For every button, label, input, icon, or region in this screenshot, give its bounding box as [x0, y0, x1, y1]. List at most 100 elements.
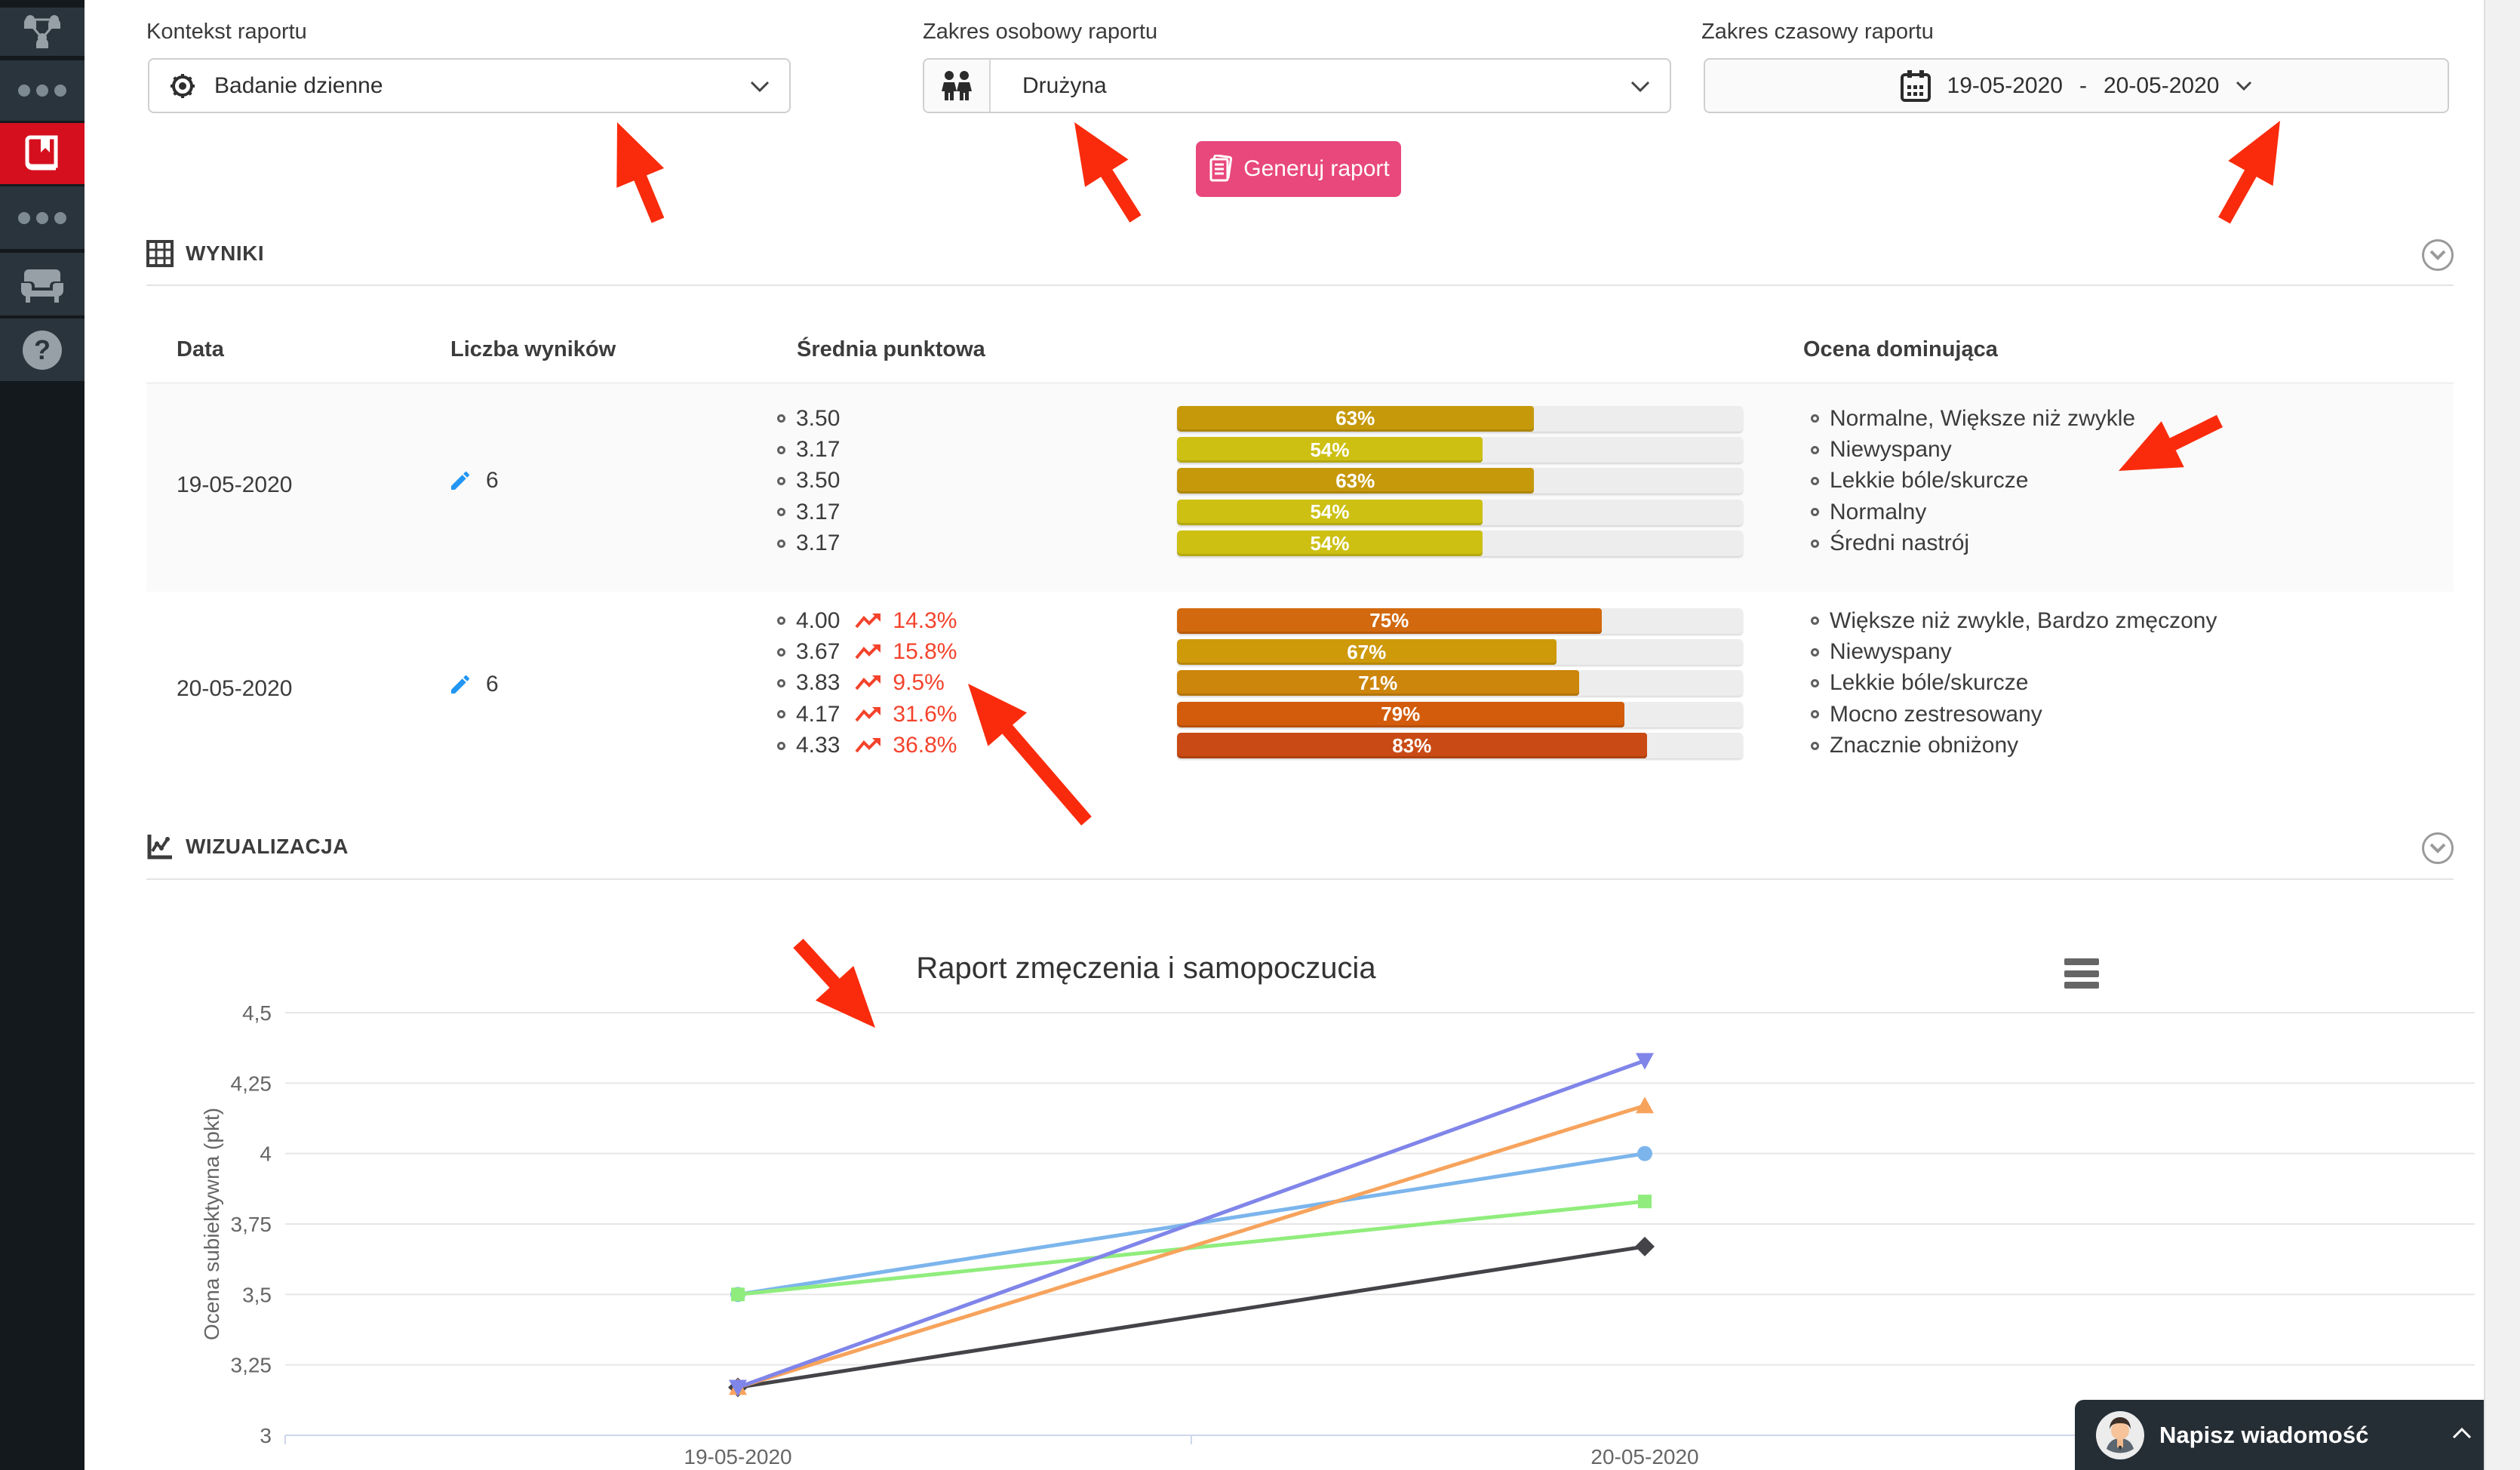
time-filter-label: Zakres czasowy raportu — [1701, 20, 1934, 45]
bar-list: 63% 54% 63% 54% 54% — [1177, 403, 1743, 559]
collapse-results-button[interactable] — [2422, 239, 2454, 271]
visualization-section-header: WIZUALIZACJA — [146, 833, 349, 860]
dominant-label: Normalne, Większe niż zwykle — [1830, 406, 2135, 432]
dominant-label: Lekkie bóle/skurcze — [1830, 670, 2028, 696]
dominant-item: Niewyspany — [1811, 434, 2135, 465]
gear-icon — [169, 72, 196, 100]
dominant-item: Niewyspany — [1811, 636, 2217, 667]
personal-dropdown-value: Drużyna — [1022, 73, 1107, 99]
dominant-item: Lekkie bóle/skurcze — [1811, 466, 2135, 497]
score-value: 4.00 — [796, 608, 840, 634]
personal-filter-label: Zakres osobowy raportu — [923, 20, 1157, 45]
dominant-item: Znacznie obniżony — [1811, 730, 2217, 761]
trend-up-icon — [855, 643, 882, 661]
results-section-title: WYNIKI — [186, 241, 264, 266]
progress-bar-track: 79% — [1177, 702, 1743, 727]
chart-menu-button[interactable] — [2064, 958, 2099, 989]
chevron-down-icon — [2236, 81, 2252, 91]
score-item: 3.50 — [777, 466, 840, 497]
edit-icon[interactable] — [448, 469, 472, 493]
svg-text:4,5: 4,5 — [242, 1001, 272, 1025]
annotation-arrow — [1074, 122, 1136, 219]
table-row: 19-05-2020 6 3.50 3.17 3.50 3.17 3.17 63… — [146, 383, 2454, 593]
bullet-icon — [1811, 414, 1819, 423]
progress-bar-fill: 71% — [1177, 670, 1579, 696]
progress-bar-fill: 54% — [1177, 500, 1483, 525]
chat-widget[interactable]: Napisz wiadomość — [2075, 1400, 2497, 1470]
chevron-up-icon — [2452, 1427, 2472, 1443]
score-value: 3.50 — [796, 468, 840, 494]
score-item: 3.17 — [777, 434, 840, 465]
bar-item: 54% — [1177, 434, 1743, 465]
progress-bar-track: 63% — [1177, 468, 1743, 494]
bullet-icon — [1811, 742, 1819, 750]
progress-bar-fill: 75% — [1177, 608, 1602, 634]
bullet-icon — [1811, 710, 1819, 718]
sidebar-item-more-top[interactable] — [0, 60, 85, 121]
scrollbar-track[interactable] — [2484, 0, 2520, 1470]
generate-report-button[interactable]: Generuj raport — [1196, 141, 1401, 197]
score-item: 3.17 — [777, 528, 840, 559]
report-icon — [1207, 155, 1233, 183]
dominant-item: Normalny — [1811, 497, 2135, 527]
bullet-icon — [1811, 477, 1819, 485]
svg-text:Ocena subiektywna (pkt): Ocena subiektywna (pkt) — [200, 1108, 223, 1340]
bullet-icon — [777, 477, 785, 485]
org-structure-icon — [21, 14, 63, 50]
sidebar-item-help[interactable]: ? — [0, 318, 85, 381]
calendar-icon — [1901, 70, 1931, 102]
score-value: 4.17 — [796, 702, 840, 727]
svg-text:4,25: 4,25 — [231, 1072, 272, 1095]
date-to: 20-05-2020 — [2104, 73, 2219, 99]
row-edit-count[interactable]: 6 — [448, 672, 499, 697]
dominant-item: Mocno zestresowany — [1811, 699, 2217, 730]
trend-up-icon — [855, 674, 882, 692]
date-from: 19-05-2020 — [1947, 73, 2063, 99]
bar-item: 54% — [1177, 528, 1743, 559]
annotation-arrow — [798, 943, 875, 1028]
annotation-arrow — [2224, 121, 2280, 220]
score-value: 4.33 — [796, 733, 840, 758]
bullet-icon — [777, 648, 785, 657]
context-filter-label: Kontekst raportu — [146, 20, 307, 45]
dominant-list: Normalne, Większe niż zwykle Niewyspany … — [1811, 403, 2135, 559]
svg-text:3,5: 3,5 — [242, 1283, 272, 1306]
context-dropdown[interactable]: Badanie dzienne — [148, 58, 791, 113]
progress-bar-track: 54% — [1177, 530, 1743, 556]
sidebar-item-more-bottom[interactable] — [0, 186, 85, 249]
bar-item: 79% — [1177, 699, 1743, 730]
chevron-down-icon — [2429, 843, 2446, 853]
sidebar-item-lounge[interactable] — [0, 253, 85, 315]
collapse-visualization-button[interactable] — [2422, 832, 2454, 864]
progress-bar-fill: 63% — [1177, 406, 1534, 432]
dominant-item: Normalne, Większe niż zwykle — [1811, 403, 2135, 434]
generate-report-label: Generuj raport — [1243, 156, 1389, 182]
progress-bar-fill: 79% — [1177, 702, 1624, 727]
trend-percent: 36.8% — [893, 733, 957, 758]
sidebar-item-reports-active[interactable] — [0, 123, 85, 184]
score-value: 3.17 — [796, 500, 840, 525]
progress-bar-track: 54% — [1177, 437, 1743, 463]
chat-label: Napisz wiadomość — [2159, 1422, 2368, 1449]
score-value: 3.50 — [796, 406, 840, 432]
personal-dropdown[interactable]: Drużyna — [923, 58, 1671, 113]
score-item: 3.83 9.5% — [777, 668, 957, 699]
progress-bar-fill: 54% — [1177, 530, 1483, 556]
bullet-icon — [777, 617, 785, 625]
row-edit-count[interactable]: 6 — [448, 468, 499, 494]
bullet-icon — [1811, 446, 1819, 454]
dominant-label: Średni nastrój — [1830, 530, 1969, 556]
bullet-icon — [1811, 648, 1819, 657]
date-range-field[interactable]: 19-05-2020 - 20-05-2020 — [1704, 58, 2449, 113]
help-icon: ? — [22, 330, 63, 371]
progress-bar-fill: 54% — [1177, 437, 1483, 463]
book-icon — [23, 134, 62, 174]
edit-icon[interactable] — [448, 672, 472, 697]
bullet-icon — [777, 742, 785, 750]
dominant-label: Niewyspany — [1830, 639, 1952, 665]
bar-item: 71% — [1177, 668, 1743, 699]
sidebar-item-org-structure[interactable] — [0, 8, 85, 56]
svg-text:19-05-2020: 19-05-2020 — [684, 1445, 791, 1468]
dominant-list: Większe niż zwykle, Bardzo zmęczony Niew… — [1811, 605, 2217, 761]
svg-text:20-05-2020: 20-05-2020 — [1590, 1445, 1698, 1468]
